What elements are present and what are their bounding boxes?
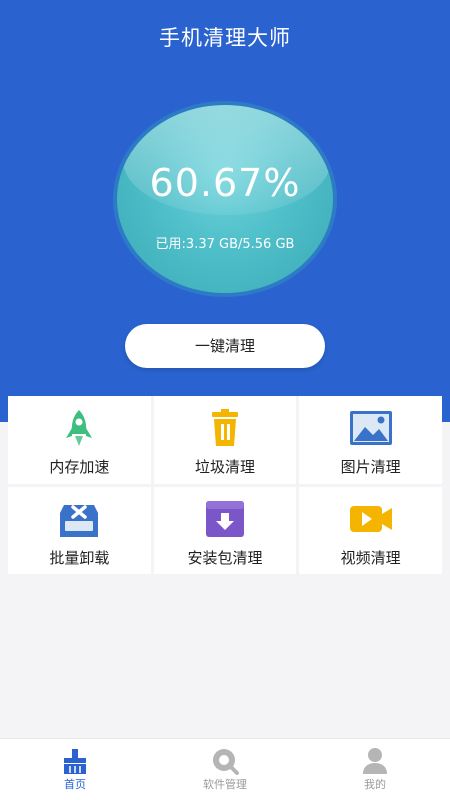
hero-banner: 手机清理大师 60.67% 已用:3.37 GB/5.56 GB 一键清理 <box>0 0 450 422</box>
tab-mine[interactable]: 我的 <box>300 739 450 800</box>
uninstall-icon <box>60 504 99 537</box>
tab-label: 首页 <box>64 778 86 791</box>
tab-label: 软件管理 <box>203 778 247 791</box>
feature-label: 图片清理 <box>340 458 401 476</box>
image-icon <box>349 411 392 445</box>
feature-label: 内存加速 <box>49 458 110 476</box>
feature-video-clean[interactable]: 视频清理 <box>299 486 442 574</box>
feature-label: 垃圾清理 <box>194 458 255 476</box>
user-icon <box>363 748 387 774</box>
one-key-clean-button[interactable]: 一键清理 <box>125 324 325 368</box>
feature-memory-boost[interactable]: 内存加速 <box>8 396 151 484</box>
tab-home[interactable]: 首页 <box>0 739 150 800</box>
feature-label: 安装包清理 <box>187 548 263 567</box>
storage-gauge: 60.67% 已用:3.37 GB/5.56 GB <box>113 101 337 297</box>
trash-icon <box>211 409 238 446</box>
bottom-tab-bar: 首页 软件管理 我的 <box>0 738 450 800</box>
rocket-icon <box>66 410 93 446</box>
tab-software-management[interactable]: 软件管理 <box>150 739 300 800</box>
gauge-percent: 60.67% <box>149 161 301 205</box>
home-broom-icon <box>64 749 86 774</box>
feature-batch-uninstall[interactable]: 批量卸载 <box>8 486 151 574</box>
gauge-usage: 已用:3.37 GB/5.56 GB <box>155 237 295 252</box>
tab-label: 我的 <box>364 778 386 791</box>
feature-junk-clean[interactable]: 垃圾清理 <box>153 396 297 484</box>
feature-label: 批量卸载 <box>49 548 110 567</box>
feature-grid: 内存加速 垃圾清理 图片清理 批量卸载 安装包清理 视频清理 <box>8 396 442 574</box>
search-icon <box>213 749 239 775</box>
feature-label: 视频清理 <box>340 548 401 567</box>
page-title: 手机清理大师 <box>159 26 291 50</box>
feature-image-clean[interactable]: 图片清理 <box>299 396 442 484</box>
package-icon <box>205 500 244 537</box>
feature-package-clean[interactable]: 安装包清理 <box>153 486 297 574</box>
video-icon <box>349 505 392 532</box>
